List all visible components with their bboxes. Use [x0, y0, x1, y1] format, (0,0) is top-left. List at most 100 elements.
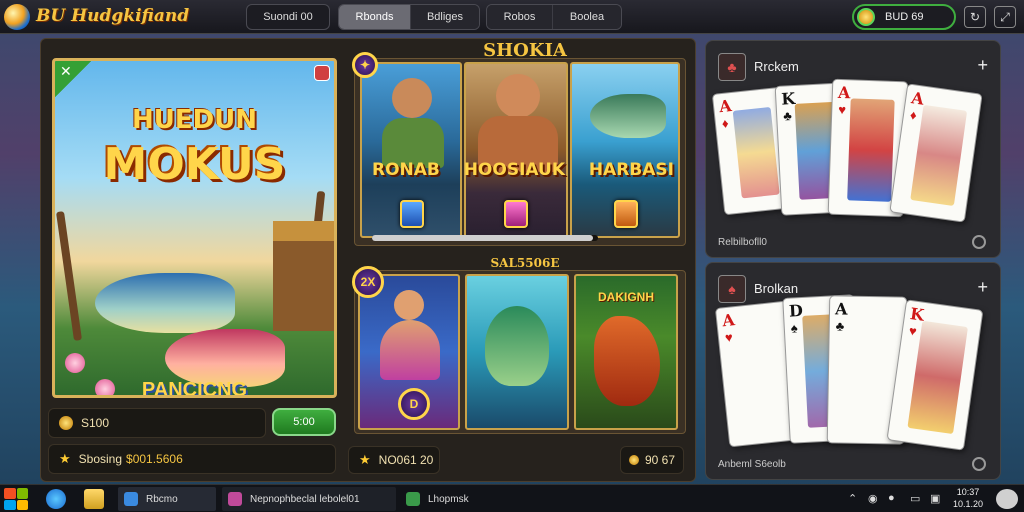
tab-group-primary: Rbonds Bdliges: [338, 4, 480, 30]
refresh-icon[interactable]: ↻: [964, 6, 986, 28]
chevron-up-icon[interactable]: ⌃: [848, 492, 857, 505]
flower-decoration: [65, 353, 85, 373]
app-logo-icon: [4, 4, 30, 30]
star-icon: ★: [59, 451, 71, 466]
beach-hut: [273, 221, 334, 331]
tab-boolea[interactable]: Boolea: [553, 5, 621, 29]
featured-game-card[interactable]: ✕ HUEDUN MOKUS PANCICNG: [52, 58, 337, 398]
coin-badge-icon: D: [398, 388, 430, 420]
multiplier-badge: 2X: [352, 266, 384, 298]
game-tile-fish[interactable]: [465, 274, 569, 430]
bonus-value: $001.5606: [126, 452, 183, 466]
featured-title-top: HUEDUN: [131, 105, 258, 135]
card-art: [907, 320, 968, 435]
card-art: [910, 104, 968, 206]
character-head: [394, 290, 424, 320]
settings-icon[interactable]: [972, 457, 986, 471]
app-icon: [406, 492, 420, 506]
card-rank: K: [780, 88, 796, 109]
top-games-progress[interactable]: [372, 235, 598, 241]
card-suit: ♣: [835, 318, 845, 334]
tab-rbonds[interactable]: Rbonds: [339, 5, 411, 29]
card-rank: K: [909, 304, 926, 325]
folder-icon[interactable]: [84, 489, 104, 509]
top-bar: BU Hudgkifiand Suondi 00 Rbonds Bdliges …: [0, 0, 1024, 34]
close-icon[interactable]: [314, 65, 330, 81]
tab-robos[interactable]: Robos: [487, 5, 553, 29]
tab-group-secondary: Robos Boolea: [486, 4, 622, 30]
game-tile-ronab[interactable]: [360, 62, 462, 238]
app-icon: [228, 492, 242, 506]
top-games-banner: RONAB HOOSIAUK HARBASI: [360, 160, 686, 186]
card-game-icon[interactable]: ♠: [718, 275, 746, 303]
card-rank: A: [910, 88, 926, 109]
tab-label: Rbonds: [355, 11, 394, 23]
tab-bdliges[interactable]: Bdliges: [411, 5, 479, 29]
card-suit: ♠: [790, 320, 799, 336]
coin-balance-pill[interactable]: BUD 69: [852, 4, 956, 30]
search-pill[interactable]: Suondi 00: [246, 4, 330, 30]
clock[interactable]: 10:37 10.1.20: [948, 486, 988, 510]
game-tile-dakignh[interactable]: DAKIGNH: [574, 274, 678, 430]
card-art: [732, 106, 780, 199]
add-icon[interactable]: +: [977, 277, 988, 298]
claim-button[interactable]: 5:00: [272, 408, 336, 436]
featured-title-main: MOKUS: [103, 139, 286, 190]
notification-icon[interactable]: [996, 489, 1018, 509]
fish-illustration: [590, 94, 666, 138]
badge-icon: ✦: [352, 52, 378, 78]
star-icon: ★: [359, 452, 371, 467]
pin-icon[interactable]: ✕: [55, 61, 91, 97]
card-rank: A: [834, 299, 848, 319]
card-suit: ♦: [909, 107, 918, 123]
taskbar: Rbcmo Nepnophbeclal lebolel01 Lhopmsk ⌃ …: [0, 484, 1024, 512]
prize-label: NO061 20: [378, 453, 434, 467]
banner-label-3: HARBASI: [588, 160, 674, 180]
balance-bar: S100: [48, 408, 266, 438]
volume-icon[interactable]: ●: [888, 492, 895, 504]
bonus-label: Sbosing: [78, 452, 123, 466]
taskbar-item-3[interactable]: Lhopmsk: [400, 487, 496, 511]
taskbar-item-1[interactable]: Rbcmo: [118, 487, 216, 511]
settings-icon[interactable]: [972, 235, 986, 249]
game-tile-hoosiauk[interactable]: [464, 62, 568, 238]
character-body: [380, 320, 440, 380]
start-icon[interactable]: [4, 488, 28, 510]
expand-icon[interactable]: ⤢: [994, 6, 1016, 28]
tile-title: DAKIGNH: [598, 290, 654, 304]
add-icon[interactable]: +: [977, 55, 988, 76]
coin-icon: [629, 455, 639, 465]
game-tile-mermaid[interactable]: D: [358, 274, 460, 430]
language-icon[interactable]: ▣: [930, 492, 940, 505]
card-suit: ♥: [724, 329, 734, 346]
panel-title: Rrckem: [754, 59, 799, 74]
panel-footer: Relbilbofll0: [718, 237, 767, 248]
gem-icon: [504, 200, 528, 228]
game-tile-harbasi[interactable]: [570, 62, 680, 238]
card-art: [847, 98, 895, 202]
card-game-icon[interactable]: ♣: [718, 53, 746, 81]
prize-bar: ★ NO061 20: [348, 446, 440, 474]
taskbar-item-2[interactable]: Nepnophbeclal lebolel01: [222, 487, 396, 511]
section-title-more: SAL5506E: [490, 256, 560, 270]
badge-label: D: [409, 397, 419, 411]
bonus-bar: ★ Sbosing $001.5606: [48, 444, 336, 474]
taskbar-label: Nepnophbeclal lebolel01: [250, 493, 360, 505]
card-rank: A: [721, 310, 736, 331]
panel-footer: Anbeml S6eolb: [718, 459, 786, 470]
clock-date: 10.1.20: [952, 499, 984, 509]
panel-title: Brolkan: [754, 281, 799, 296]
coin-balance: BUD 69: [885, 11, 924, 23]
card-suit: ♣: [782, 108, 793, 124]
battery-icon[interactable]: ▭: [910, 492, 920, 505]
jackpot-bar[interactable]: 90 67: [620, 446, 684, 474]
browser-icon[interactable]: [46, 489, 66, 509]
palm-tree: [55, 211, 83, 341]
progress-fill: [372, 235, 594, 241]
taskbar-label: Lhopmsk: [428, 493, 469, 505]
card-suit: ♥: [907, 323, 918, 339]
jackpot-label: 90 67: [645, 453, 676, 467]
tab-label: Bdliges: [426, 11, 464, 23]
network-icon[interactable]: ◉: [868, 492, 878, 505]
fish-illustration: [95, 273, 235, 333]
